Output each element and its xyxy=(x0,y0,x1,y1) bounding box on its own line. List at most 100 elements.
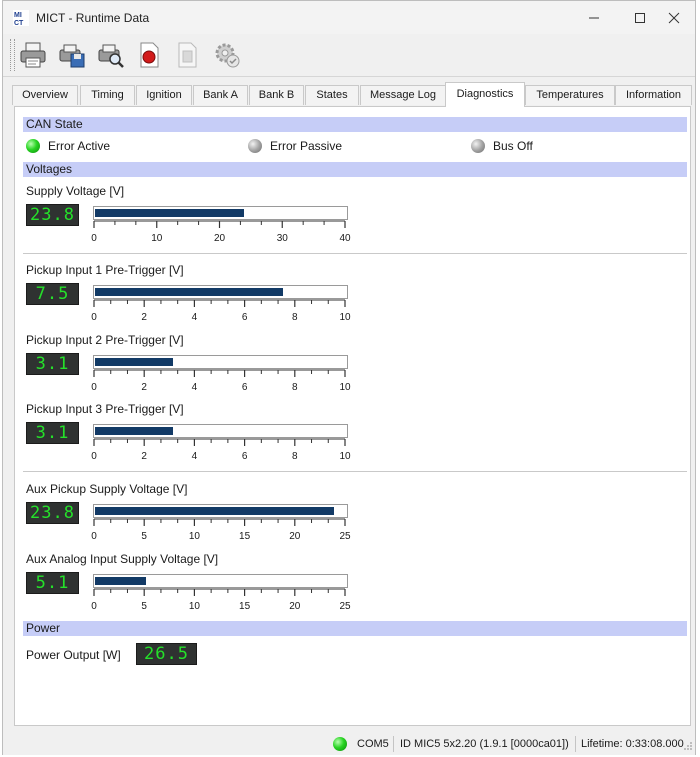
meter-lcd-display: 23.8 xyxy=(26,204,79,226)
record-button[interactable] xyxy=(131,37,167,73)
tab-ignition[interactable]: Ignition xyxy=(136,85,192,105)
meter-label: Aux Analog Input Supply Voltage [V] xyxy=(26,552,219,566)
scale-tick-label: 8 xyxy=(292,312,298,323)
meter-lcd-display: 5.1 xyxy=(26,572,79,594)
meter-label: Pickup Input 3 Pre-Trigger [V] xyxy=(26,402,184,416)
meter-scale: 0 5 10 15 20 25 xyxy=(91,588,351,612)
tab-timing[interactable]: Timing xyxy=(80,85,135,105)
scale-tick-label: 15 xyxy=(239,531,251,542)
close-button[interactable] xyxy=(651,1,697,34)
power-output-lcd-display: 26.5 xyxy=(136,643,197,665)
scale-tick-label: 6 xyxy=(242,451,248,462)
meter-bar xyxy=(93,206,348,220)
record-icon xyxy=(140,42,159,68)
scale-tick-label: 2 xyxy=(141,382,147,393)
scale-tick-label: 10 xyxy=(189,601,201,612)
scale-tick-label: 15 xyxy=(239,601,251,612)
minimize-icon xyxy=(589,17,599,18)
meter-bar-fill xyxy=(95,507,334,515)
tab-label: Overview xyxy=(22,89,68,101)
runtime-data-window: MI CT MICT - Runtime Data Overview Timin… xyxy=(2,0,696,755)
inspect-icon xyxy=(98,44,124,68)
window-title: MICT - Runtime Data xyxy=(36,11,150,25)
document-button[interactable] xyxy=(169,37,205,73)
scale-tick-label: 4 xyxy=(192,312,198,323)
print-button[interactable] xyxy=(15,37,51,73)
scale-tick-label: 20 xyxy=(289,531,301,542)
printer-icon xyxy=(20,42,46,68)
meter-lcd-display: 3.1 xyxy=(26,353,79,375)
scale-tick-label: 0 xyxy=(91,601,97,612)
status-bar: COM5 ID MIC5 5x2.20 (1.9.1 [0000ca01]) L… xyxy=(3,733,695,755)
scale-tick-label: 10 xyxy=(189,531,201,542)
scale-tick-label: 4 xyxy=(192,451,198,462)
meter-bar xyxy=(93,424,348,438)
error-active-led xyxy=(26,139,40,153)
scale-tick-label: 2 xyxy=(141,451,147,462)
scale-tick-label: 25 xyxy=(339,531,351,542)
tab-diagnostics[interactable]: Diagnostics xyxy=(445,82,525,107)
tab-bank-b[interactable]: Bank B xyxy=(249,85,304,105)
document-icon xyxy=(178,42,197,68)
scale-tick-label: 0 xyxy=(91,531,97,542)
settings-button[interactable] xyxy=(209,37,245,73)
meter-scale: 0 5 10 15 20 25 xyxy=(91,518,351,542)
scale-tick-label: 8 xyxy=(292,382,298,393)
meter-bar-fill xyxy=(95,427,173,435)
inspect-button[interactable] xyxy=(93,37,129,73)
tab-message-log[interactable]: Message Log xyxy=(360,85,446,105)
scale-tick-label: 5 xyxy=(141,601,147,612)
resize-grip-icon[interactable] xyxy=(683,741,693,751)
app-logo-icon: MI CT xyxy=(13,10,29,26)
scale-tick-label: 25 xyxy=(339,601,351,612)
status-separator xyxy=(575,736,576,752)
scale-tick-label: 10 xyxy=(339,451,351,462)
tab-label: States xyxy=(316,89,348,101)
scale-tick-label: 8 xyxy=(292,451,298,462)
error-passive-label: Error Passive xyxy=(270,139,343,153)
scale-tick-label: 30 xyxy=(277,233,289,244)
meter-bar-fill xyxy=(95,209,245,217)
scale-tick-label: 10 xyxy=(339,312,351,323)
error-passive-led xyxy=(248,139,262,153)
meter-bar xyxy=(93,355,348,369)
scale-tick-label: 0 xyxy=(91,451,97,462)
meter-lcd-display: 23.8 xyxy=(26,502,79,524)
close-icon xyxy=(668,12,680,23)
scale-tick-label: 2 xyxy=(141,312,147,323)
scale-tick-label: 6 xyxy=(242,312,248,323)
scale-tick-label: 20 xyxy=(214,233,226,244)
power-header: Power xyxy=(23,621,687,636)
scale-tick-label: 40 xyxy=(339,233,351,244)
meter-label: Pickup Input 1 Pre-Trigger [V] xyxy=(26,263,184,277)
power-output-label: Power Output [W] xyxy=(26,648,121,662)
status-lifetime: Lifetime: 0:33:08.000 xyxy=(581,738,684,750)
tab-overview[interactable]: Overview xyxy=(12,85,78,105)
tab-label: Diagnostics xyxy=(456,88,514,100)
scale-tick-label: 0 xyxy=(91,382,97,393)
tab-strip: Overview Timing Ignition Bank A Bank B S… xyxy=(3,77,695,107)
tab-temperatures[interactable]: Temperatures xyxy=(525,85,615,105)
bus-off-label: Bus Off xyxy=(493,139,533,153)
tab-label: Timing xyxy=(91,89,124,101)
meter-lcd-display: 3.1 xyxy=(26,422,79,444)
tab-bank-a[interactable]: Bank A xyxy=(193,85,248,105)
maximize-icon xyxy=(635,12,645,23)
meter-bar xyxy=(93,574,348,588)
meter-bar-fill xyxy=(95,577,147,585)
voltages-header: Voltages xyxy=(23,162,687,177)
tab-states[interactable]: States xyxy=(305,85,359,105)
tab-label: Bank A xyxy=(203,89,238,101)
diagnostics-panel: CAN State Error Active Error Passive Bus… xyxy=(14,106,691,726)
tab-label: Temperatures xyxy=(536,89,604,101)
minimize-button[interactable] xyxy=(571,1,617,34)
settings-gear-icon xyxy=(215,43,240,68)
scale-tick-label: 5 xyxy=(141,531,147,542)
scale-tick-label: 0 xyxy=(91,312,97,323)
meter-scale: 0 2 4 6 8 10 xyxy=(91,299,351,323)
meter-bar-fill xyxy=(95,288,284,296)
meter-bar-fill xyxy=(95,358,173,366)
tab-information[interactable]: Information xyxy=(615,85,692,105)
save-button[interactable] xyxy=(54,37,90,73)
tab-label: Ignition xyxy=(146,89,182,101)
